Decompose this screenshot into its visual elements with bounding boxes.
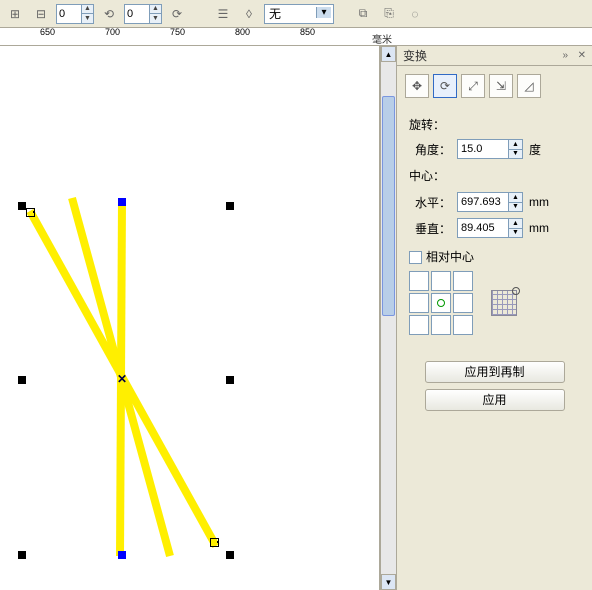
rotation-handle-icon[interactable] [26, 208, 35, 217]
anchor-grid[interactable] [409, 271, 473, 335]
x-spinner[interactable]: ▲▼ [56, 4, 94, 24]
anchor-tl[interactable] [409, 271, 429, 291]
lock2-icon[interactable]: ⟳ [166, 3, 188, 25]
grid-icon[interactable] [491, 290, 517, 316]
copy-icon[interactable]: ⧉ [352, 3, 374, 25]
unit-mm: mm [529, 221, 549, 235]
anchor-t[interactable] [431, 271, 451, 291]
horiz-spinner[interactable]: ▲▼ [457, 192, 523, 212]
align-icon[interactable]: ⊞ [4, 3, 26, 25]
scroll-down-icon[interactable]: ▼ [381, 574, 396, 590]
canvas[interactable]: ✕ [0, 46, 379, 590]
selection-handle[interactable] [118, 551, 126, 559]
anchor-r[interactable] [453, 293, 473, 313]
selection-handle[interactable] [226, 376, 234, 384]
y-spinner-input[interactable] [125, 8, 149, 20]
tab-position[interactable]: ✥ [405, 74, 429, 98]
transform-panel: 变换 » ✕ ✥ ⟳ ⤢ ⇲ ◿ 旋转： 角度： ▲▼ 度 中心： 水平： ▲▼… [396, 46, 592, 590]
panel-title: 变换 [403, 47, 427, 64]
horiz-input[interactable] [458, 196, 508, 208]
apply-button[interactable]: 应用 [425, 389, 565, 411]
selection-handle[interactable] [18, 376, 26, 384]
paragraph-icon[interactable]: ☰ [212, 3, 234, 25]
apply-duplicate-button[interactable]: 应用到再制 [425, 361, 565, 383]
anchor-bl[interactable] [409, 315, 429, 335]
vertical-scrollbar[interactable]: ▲ ▼ [380, 46, 396, 590]
horiz-label: 水平： [409, 194, 451, 211]
angle-spinner[interactable]: ▲▼ [457, 139, 523, 159]
anchor-l[interactable] [409, 293, 429, 313]
panel-header: 变换 » ✕ [397, 46, 592, 66]
anchor-tr[interactable] [453, 271, 473, 291]
ruler-unit: 毫米 [372, 31, 392, 46]
x-spinner-input[interactable] [57, 8, 81, 20]
center-section-label: 中心： [409, 167, 580, 184]
paste-icon[interactable]: ⎘ [378, 3, 400, 25]
relative-center-label: 相对中心 [426, 250, 474, 264]
collapse-icon[interactable]: » [562, 50, 568, 61]
ruler-tick-label: 850 [300, 28, 315, 37]
tab-skew[interactable]: ◿ [517, 74, 541, 98]
tab-size[interactable]: ⇲ [489, 74, 513, 98]
selection-handle[interactable] [118, 198, 126, 206]
drawing [0, 46, 380, 590]
selection-handle[interactable] [226, 551, 234, 559]
selection-handle[interactable] [18, 551, 26, 559]
ruler-tick-label: 750 [170, 28, 185, 37]
selection-handle[interactable] [226, 202, 234, 210]
scroll-up-icon[interactable]: ▲ [381, 46, 396, 62]
top-toolbar: ⊞ ⊟ ▲▼ ⟲ ▲▼ ⟳ ☰ ◊ 无 ⧉ ⎘ ◌ [0, 0, 592, 28]
tab-scale[interactable]: ⤢ [461, 74, 485, 98]
unit-mm: mm [529, 195, 549, 209]
ruler-tick-label: 700 [105, 28, 120, 37]
y-spinner[interactable]: ▲▼ [124, 4, 162, 24]
anchor-br[interactable] [453, 315, 473, 335]
horizontal-ruler: 650 700 750 800 850 毫米 [0, 28, 592, 46]
fill-icon: ◊ [238, 3, 260, 25]
transform-tabs: ✥ ⟳ ⤢ ⇲ ◿ [397, 66, 592, 106]
distribute-icon[interactable]: ⊟ [30, 3, 52, 25]
vert-spinner[interactable]: ▲▼ [457, 218, 523, 238]
anchor-c[interactable] [431, 293, 451, 313]
relative-center-checkbox[interactable] [409, 251, 422, 264]
anchor-b[interactable] [431, 315, 451, 335]
canvas-area[interactable]: ✕ [0, 46, 380, 590]
angle-unit: 度 [529, 141, 541, 158]
tab-rotate[interactable]: ⟳ [433, 74, 457, 98]
vert-label: 垂直： [409, 220, 451, 237]
fill-dropdown[interactable]: 无 [264, 4, 334, 24]
target-icon[interactable]: ◌ [404, 3, 426, 25]
fill-label: 无 [269, 5, 281, 22]
rotation-handle-icon[interactable] [210, 538, 219, 547]
selection-handle[interactable] [18, 202, 26, 210]
lock-icon[interactable]: ⟲ [98, 3, 120, 25]
vert-input[interactable] [458, 222, 508, 234]
ruler-tick-label: 650 [40, 28, 55, 37]
ruler-tick-label: 800 [235, 28, 250, 37]
scroll-thumb[interactable] [382, 96, 395, 316]
close-icon[interactable]: ✕ [578, 50, 586, 61]
rotate-section-label: 旋转： [409, 116, 580, 133]
angle-input[interactable] [458, 143, 508, 155]
center-marker-icon[interactable]: ✕ [117, 372, 127, 386]
angle-label: 角度： [409, 141, 451, 158]
